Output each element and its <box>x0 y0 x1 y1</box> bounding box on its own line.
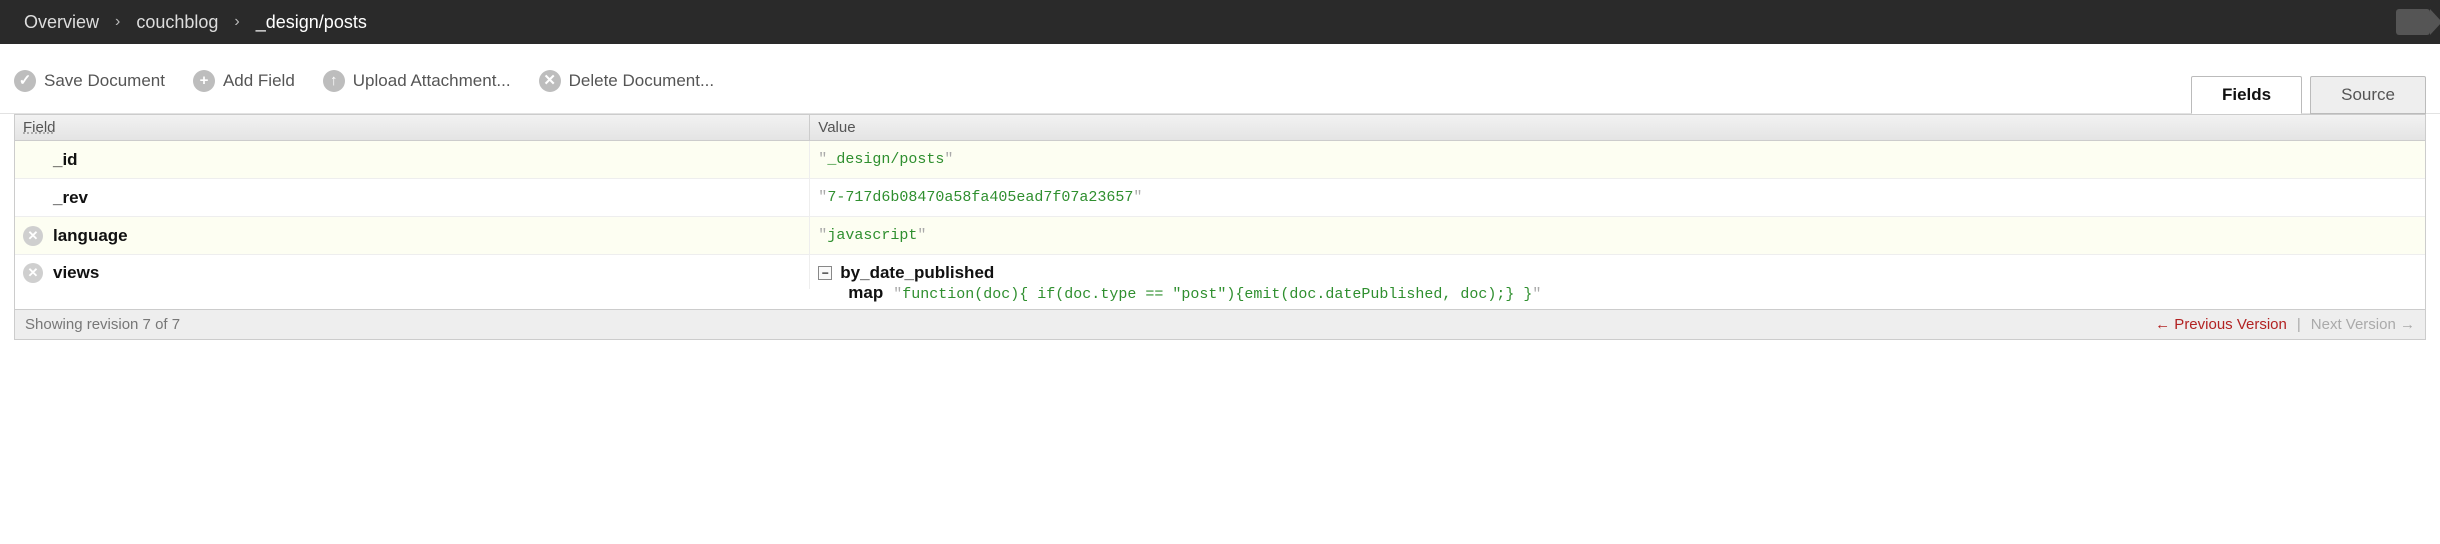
field-value[interactable]: "7-717d6b08470a58fa405ead7f07a23657" <box>810 179 2425 216</box>
save-document-button[interactable]: ✓ Save Document <box>14 70 165 92</box>
field-name[interactable]: language <box>53 226 128 246</box>
tab-fields[interactable]: Fields <box>2191 76 2302 114</box>
collapse-icon[interactable]: − <box>818 266 832 280</box>
save-document-label: Save Document <box>44 71 165 91</box>
delete-field-icon: ✕ <box>23 188 43 208</box>
field-name[interactable]: _rev <box>53 188 88 208</box>
breadcrumb-db[interactable]: couchblog <box>122 12 232 33</box>
view-tabs: Fields Source <box>2183 76 2426 114</box>
breadcrumb-bar: Overview › couchblog › _design/posts <box>0 0 2440 44</box>
table-row-views: ✕ views − by_date_published map "functio… <box>15 255 2425 309</box>
previous-version-link[interactable]: ← Previous Version <box>2155 316 2287 333</box>
add-field-label: Add Field <box>223 71 295 91</box>
field-value[interactable]: "_design/posts" <box>810 141 2425 178</box>
add-field-button[interactable]: + Add Field <box>193 70 295 92</box>
close-icon: ✕ <box>539 70 561 92</box>
upload-attachment-label: Upload Attachment... <box>353 71 511 91</box>
breadcrumb-doc[interactable]: _design/posts <box>242 12 381 33</box>
delete-field-icon[interactable]: ✕ <box>23 226 43 246</box>
table-footer: Showing revision 7 of 7 ← Previous Versi… <box>14 310 2426 340</box>
fields-table: Field Value ✕ _id "_design/posts" ✕ _rev… <box>14 114 2426 310</box>
field-name[interactable]: views <box>53 263 99 283</box>
tab-source[interactable]: Source <box>2310 76 2426 114</box>
table-header: Field Value <box>15 115 2425 141</box>
chevron-right-icon: › <box>232 13 241 31</box>
column-header-field[interactable]: Field <box>15 115 810 140</box>
map-label: map <box>848 283 883 303</box>
field-value[interactable]: − by_date_published map "function(doc){ … <box>810 255 2425 309</box>
table-row-rev: ✕ _rev "7-717d6b08470a58fa405ead7f07a236… <box>15 179 2425 217</box>
field-name[interactable]: _id <box>53 150 78 170</box>
plus-icon: + <box>193 70 215 92</box>
check-icon: ✓ <box>14 70 36 92</box>
map-function-code: function(doc){ if(doc.type == "post"){em… <box>902 286 1532 303</box>
table-row-language: ✕ language "javascript" <box>15 217 2425 255</box>
header-tag-icon <box>2396 9 2430 35</box>
table-row-id: ✕ _id "_design/posts" <box>15 141 2425 179</box>
divider: | <box>2287 316 2311 333</box>
field-value[interactable]: "javascript" <box>810 217 2425 254</box>
delete-field-icon[interactable]: ✕ <box>23 263 43 283</box>
next-version-link: Next Version → <box>2311 316 2415 333</box>
delete-document-label: Delete Document... <box>569 71 715 91</box>
toolbar: ✓ Save Document + Add Field ↑ Upload Att… <box>0 44 2440 114</box>
upload-icon: ↑ <box>323 70 345 92</box>
delete-document-button[interactable]: ✕ Delete Document... <box>539 70 715 92</box>
revision-status: Showing revision 7 of 7 <box>25 316 180 333</box>
chevron-right-icon: › <box>113 13 122 31</box>
column-header-value: Value <box>810 115 2425 140</box>
breadcrumb-overview[interactable]: Overview <box>10 12 113 33</box>
view-name: by_date_published <box>840 263 994 283</box>
upload-attachment-button[interactable]: ↑ Upload Attachment... <box>323 70 511 92</box>
delete-field-icon: ✕ <box>23 150 43 170</box>
